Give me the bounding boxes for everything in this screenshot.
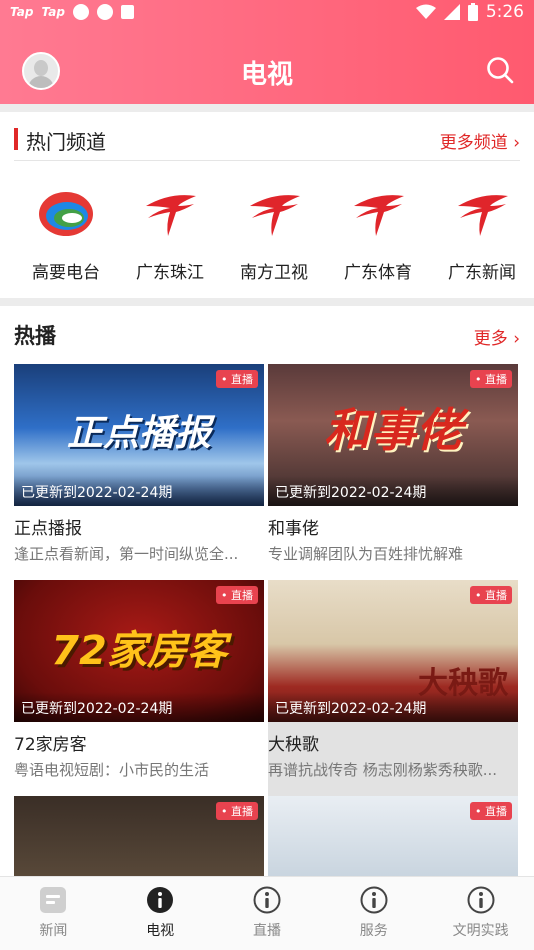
channel-list: 高要电台 广东珠江 南方卫视 广东体育 广东新闻: [0, 184, 534, 283]
signal-icon: [443, 4, 460, 20]
tap-notification-1: Tap: [10, 5, 34, 19]
program-thumbnail[interactable]: 大秧歌 • 直播 已更新到2022-02-24期: [268, 580, 518, 722]
program-card[interactable]: 和事佬 • 直播 已更新到2022-02-24期 和事佬 专业调解团队为百姓排忧…: [268, 364, 518, 564]
page-title: 电视: [240, 60, 293, 90]
channel-item[interactable]: 广东新闻: [430, 184, 534, 283]
tap-notification-2: Tap: [41, 5, 65, 19]
channel-item[interactable]: 广东体育: [326, 184, 430, 283]
section-title: 热播: [14, 324, 56, 348]
channel-item[interactable]: 高要电台: [14, 184, 118, 283]
wifi-icon: [415, 4, 436, 19]
info-icon: [360, 886, 388, 914]
program-card[interactable]: 大秧歌 • 直播 已更新到2022-02-24期 大秧歌 再谱抗战传奇 杨志刚杨…: [268, 580, 518, 796]
section-title: 热门频道: [26, 130, 106, 154]
live-badge: • 直播: [216, 802, 258, 820]
update-label: 已更新到2022-02-24期: [14, 476, 264, 506]
more-channels-link[interactable]: 更多频道 ›: [440, 128, 520, 153]
channel-item[interactable]: 南方卫视: [222, 184, 326, 283]
bottom-nav: 新闻 电视 直播 服务 文明实践: [0, 876, 534, 950]
nav-item-live[interactable]: 直播: [214, 877, 321, 950]
thumbnail-caption: 72家房客: [51, 628, 227, 674]
channel-name: 广东新闻: [448, 263, 516, 283]
program-description: 粤语电视短剧：小市民的生活: [14, 761, 210, 779]
gaoyao-logo-icon: [39, 192, 93, 236]
app-header: 电视: [0, 44, 534, 100]
live-badge: • 直播: [470, 586, 512, 604]
channel-name: 广东体育: [344, 263, 412, 283]
channel-name: 广东珠江: [136, 263, 204, 283]
update-label: 已更新到2022-02-24期: [14, 692, 264, 722]
nav-label: 电视: [146, 923, 175, 939]
status-right: 5:26: [415, 2, 524, 22]
app-notification-icon: [96, 4, 113, 20]
program-description: 专业调解团队为百姓排忧解难: [268, 545, 464, 563]
nav-label: 直播: [252, 923, 281, 939]
battery-icon: [467, 3, 478, 21]
live-badge: • 直播: [216, 586, 258, 604]
update-label: 已更新到2022-02-24期: [268, 476, 518, 506]
nav-item-news[interactable]: 新闻: [0, 877, 107, 950]
channel-item[interactable]: 广东珠江: [118, 184, 222, 283]
live-badge: • 直播: [216, 370, 258, 388]
program-title: 72家房客: [14, 735, 87, 755]
app-notification-icon: [72, 4, 89, 20]
info-icon: [147, 887, 174, 913]
status-left: Tap Tap: [10, 4, 134, 20]
gdtv-logo-icon: [354, 195, 404, 236]
search-icon[interactable]: [486, 56, 514, 84]
program-description: 再谱抗战传奇 杨志刚杨紫秀秧歌...: [268, 761, 498, 779]
section-accent-bar: [14, 128, 18, 150]
info-icon: [467, 886, 495, 914]
program-title: 正点播报: [14, 519, 82, 539]
top-bar: Tap Tap 5:26 电视: [0, 0, 534, 104]
nav-label: 新闻: [39, 923, 68, 939]
nav-label: 文明实践: [452, 923, 509, 939]
thumbnail-caption: 和事佬: [324, 403, 462, 457]
program-thumbnail[interactable]: 72家房客 • 直播 已更新到2022-02-24期: [14, 580, 264, 722]
a-notification-icon: [120, 5, 134, 19]
clock: 5:26: [485, 2, 524, 22]
nav-label: 服务: [359, 923, 388, 939]
gdtv-logo-icon: [458, 195, 508, 236]
section-header: 热门频道 更多频道 ›: [14, 124, 520, 160]
nav-item-tv[interactable]: 电视: [107, 877, 214, 950]
live-badge: • 直播: [470, 802, 512, 820]
popular-channels-section: 热门频道 更多频道 › 高要电台 广东珠江 南方卫视 广东体育 广东新闻: [0, 112, 534, 298]
nav-item-service[interactable]: 服务: [320, 877, 427, 950]
divider: [14, 160, 520, 161]
live-badge: • 直播: [470, 370, 512, 388]
nav-item-civilization[interactable]: 文明实践: [427, 877, 534, 950]
hot-broadcast-section: 热播 更多 › 正点播报 • 直播 已更新到2022-02-24期 正点播报 逢…: [0, 306, 534, 938]
program-card[interactable]: 正点播报 • 直播 已更新到2022-02-24期 正点播报 逢正点看新闻，第一…: [14, 364, 264, 564]
gdtv-logo-icon: [250, 195, 300, 236]
gdtv-logo-icon: [146, 195, 196, 236]
update-label: 已更新到2022-02-24期: [268, 692, 518, 722]
channel-name: 高要电台: [32, 263, 100, 283]
channel-name: 南方卫视: [240, 263, 308, 283]
program-card[interactable]: 72家房客 • 直播 已更新到2022-02-24期 72家房客 粤语电视短剧：…: [14, 580, 264, 780]
info-icon: [253, 886, 281, 914]
program-title: 和事佬: [268, 519, 319, 539]
program-title: 大秧歌: [268, 735, 319, 755]
program-thumbnail[interactable]: 和事佬 • 直播 已更新到2022-02-24期: [268, 364, 518, 506]
status-bar: Tap Tap 5:26: [0, 0, 534, 28]
more-link[interactable]: 更多 ›: [474, 324, 520, 349]
news-icon: [40, 887, 67, 913]
program-description: 逢正点看新闻，第一时间纵览全...: [14, 545, 239, 563]
program-thumbnail[interactable]: 正点播报 • 直播 已更新到2022-02-24期: [14, 364, 264, 506]
thumbnail-caption: 正点播报: [66, 413, 211, 454]
